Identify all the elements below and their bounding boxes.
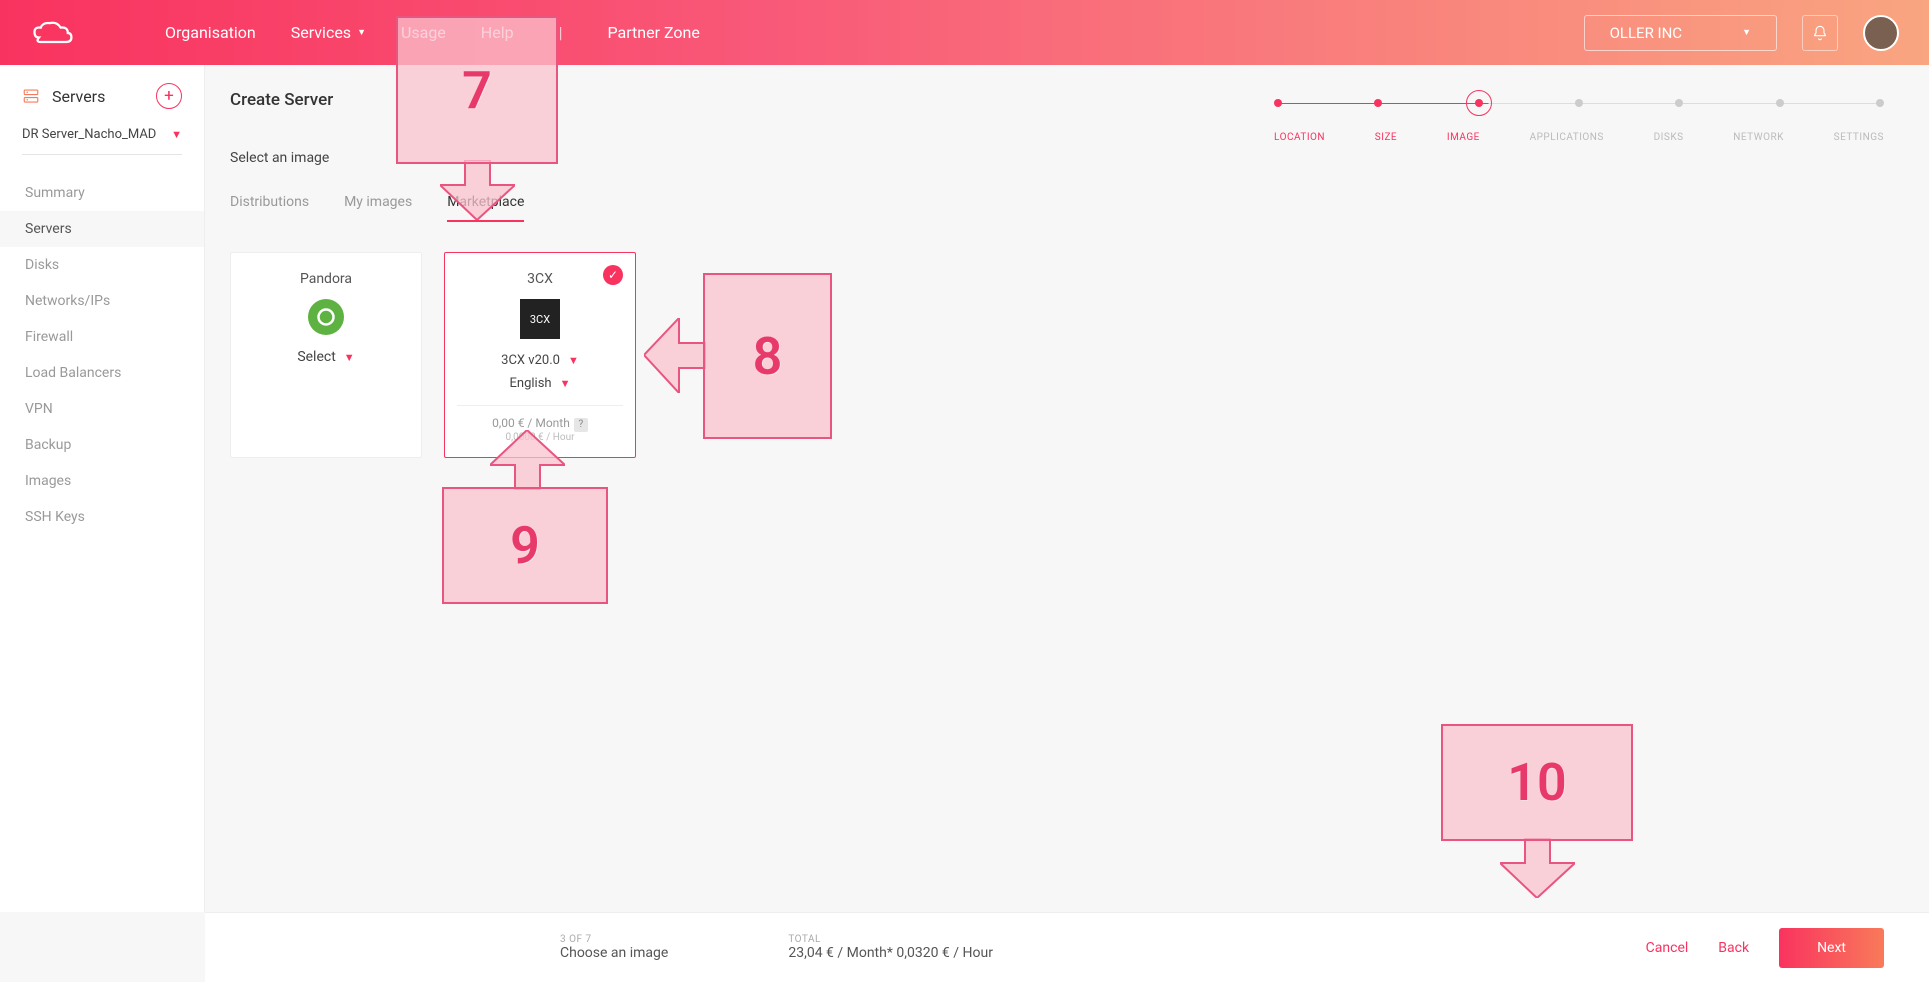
server-dropdown[interactable]: DR Server_Nacho_MAD ▼ (22, 127, 182, 155)
add-server-button[interactable]: + (156, 83, 182, 109)
arrow-down-icon (440, 160, 515, 220)
cancel-button[interactable]: Cancel (1646, 940, 1689, 956)
footer-step-label: 3 OF 7 (560, 934, 668, 945)
wizard-label: SIZE (1375, 132, 1397, 143)
wizard-dot-settings[interactable] (1876, 99, 1884, 107)
pandora-logo-icon (308, 299, 344, 335)
card-3cx[interactable]: ✓ 3CX 3CX 3CX v20.0 ▼ English ▼ 0,00 € /… (444, 252, 636, 458)
nav-organisation[interactable]: Organisation (165, 23, 256, 42)
card-pandora[interactable]: Pandora Select ▼ (230, 252, 422, 458)
card-title: 3CX (457, 271, 623, 287)
card-select[interactable]: Select ▼ (243, 349, 409, 365)
footer-bar: 3 OF 7 Choose an image TOTAL 23,04 € / M… (205, 912, 1929, 982)
servers-icon (22, 87, 40, 105)
wizard-label: SETTINGS (1834, 132, 1884, 143)
chevron-down-icon: ▼ (344, 351, 355, 364)
wizard-label: DISKS (1654, 132, 1684, 143)
sidebar-item-disks[interactable]: Disks (0, 247, 204, 283)
sidebar-nav: Summary Servers Disks Networks/IPs Firew… (0, 175, 204, 535)
avatar[interactable] (1863, 15, 1899, 51)
nav-services[interactable]: Services▼ (291, 23, 366, 42)
top-right: OLLER INC ▼ (1584, 15, 1899, 51)
footer-step-title: Choose an image (560, 945, 668, 961)
callout-9: 9 (442, 487, 608, 604)
bell-icon (1812, 25, 1828, 41)
wizard-dot-disks[interactable] (1675, 99, 1683, 107)
arrow-down-icon (1500, 838, 1575, 898)
sidebar-item-loadbalancers[interactable]: Load Balancers (0, 355, 204, 391)
tab-myimages[interactable]: My images (344, 194, 412, 222)
sidebar-item-servers[interactable]: Servers (0, 211, 204, 247)
wizard-dot-image[interactable] (1475, 99, 1483, 107)
chevron-down-icon: ▼ (1742, 27, 1751, 38)
marketplace-cards: Pandora Select ▼ ✓ 3CX 3CX 3CX v20.0 ▼ (230, 252, 1929, 458)
sidebar: Servers + DR Server_Nacho_MAD ▼ Summary … (0, 65, 205, 912)
wizard-dot-location[interactable] (1274, 99, 1282, 107)
sidebar-header: Servers + (0, 83, 204, 123)
sidebar-item-images[interactable]: Images (0, 463, 204, 499)
notifications-button[interactable] (1802, 15, 1838, 51)
sidebar-title: Servers (52, 87, 105, 106)
callout-10: 10 (1441, 724, 1633, 841)
wizard-label: IMAGE (1447, 132, 1480, 143)
footer-total-value: 23,04 € / Month* 0,0320 € / Hour (788, 945, 993, 961)
arrow-left-icon (644, 318, 706, 393)
org-selector[interactable]: OLLER INC ▼ (1584, 15, 1777, 51)
sidebar-item-networks[interactable]: Networks/IPs (0, 283, 204, 319)
sidebar-item-summary[interactable]: Summary (0, 175, 204, 211)
back-button[interactable]: Back (1718, 940, 1749, 956)
3cx-logo-icon: 3CX (520, 299, 560, 339)
chevron-down-icon: ▼ (560, 377, 571, 390)
wizard-dot-applications[interactable] (1575, 99, 1583, 107)
card-language-select[interactable]: English ▼ (457, 376, 623, 391)
org-name: OLLER INC (1610, 24, 1683, 42)
sidebar-item-sshkeys[interactable]: SSH Keys (0, 499, 204, 535)
chevron-down-icon: ▼ (568, 354, 579, 367)
arrow-up-icon (490, 430, 565, 490)
callout-8: 8 (703, 273, 832, 439)
sidebar-item-firewall[interactable]: Firewall (0, 319, 204, 355)
tab-distributions[interactable]: Distributions (230, 194, 309, 222)
wizard-dot-size[interactable] (1374, 99, 1382, 107)
wizard-label: APPLICATIONS (1530, 132, 1604, 143)
sidebar-item-vpn[interactable]: VPN (0, 391, 204, 427)
help-icon[interactable]: ? (574, 418, 588, 432)
selected-check-icon: ✓ (603, 265, 623, 285)
logo-icon (30, 19, 75, 47)
card-title: Pandora (243, 271, 409, 287)
footer-total-label: TOTAL (788, 934, 993, 945)
top-bar: Organisation Services▼ Usage Help | Part… (0, 0, 1929, 65)
wizard-label: NETWORK (1733, 132, 1784, 143)
wizard-steps: LOCATION SIZE IMAGE APPLICATIONS DISKS N… (1274, 90, 1884, 143)
next-button[interactable]: Next (1779, 928, 1884, 968)
nav-partner-zone[interactable]: Partner Zone (607, 23, 699, 42)
sidebar-item-backup[interactable]: Backup (0, 427, 204, 463)
chevron-down-icon: ▼ (171, 128, 182, 141)
wizard-label: LOCATION (1274, 132, 1325, 143)
chevron-down-icon: ▼ (357, 27, 366, 38)
nav-separator: | (559, 23, 563, 42)
wizard-dot-network[interactable] (1776, 99, 1784, 107)
callout-7: 7 (396, 16, 558, 164)
card-version-select[interactable]: 3CX v20.0 ▼ (457, 353, 623, 368)
